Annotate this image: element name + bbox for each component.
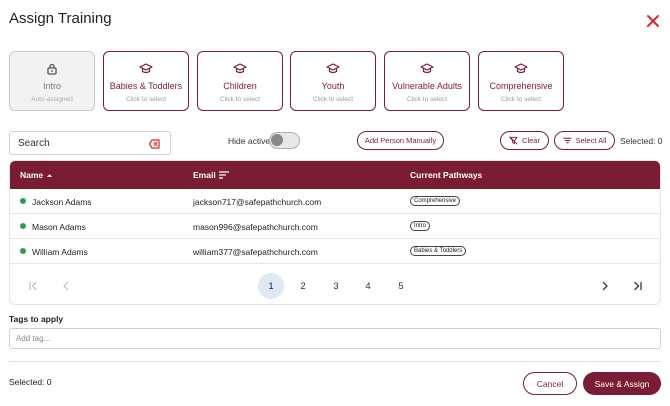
clear-label: Clear [522, 136, 540, 145]
clear-filter-button[interactable]: Clear [500, 131, 549, 150]
pathway-subtitle: Click to select [125, 96, 167, 103]
table-row[interactable]: Jackson Adams jackson717@safepathchurch.… [10, 189, 660, 214]
column-header-email[interactable]: Email [193, 170, 229, 180]
person-email: mason996@safepathchurch.com [193, 222, 318, 232]
select-all-label: Select All [575, 136, 607, 145]
filter-off-icon [509, 136, 518, 145]
person-name: Mason Adams [32, 222, 86, 232]
toggle-knob [271, 134, 283, 146]
tags-label: Tags to apply [9, 314, 64, 324]
add-person-manually-label: Add Person Manually [364, 136, 437, 145]
pathway-subtitle: Auto-assigned [31, 96, 73, 103]
pathway-label: Youth [321, 81, 345, 91]
filter-lines-icon [562, 136, 572, 145]
pathway-label: Babies & Toddlers [109, 81, 183, 91]
page-button-3[interactable]: 3 [323, 273, 349, 299]
pathway-badge: Comprehensive [410, 196, 461, 206]
first-page-icon[interactable] [20, 273, 46, 299]
clear-search-icon[interactable] [149, 139, 160, 149]
pathway-badge: Babies & Toddlers [410, 246, 467, 256]
column-header-label: Email [193, 170, 216, 180]
status-dot [20, 223, 26, 229]
tag-input[interactable]: Add tag... [9, 328, 661, 349]
pathway-card-babies-toddlers[interactable]: Babies & Toddlers Click to select [103, 51, 189, 111]
add-person-manually-button[interactable]: Add Person Manually [357, 131, 444, 150]
next-page-icon[interactable] [592, 273, 618, 299]
person-email: william377@safepathchurch.com [193, 247, 318, 257]
person-name: William Adams [32, 247, 88, 257]
pathway-label: Intro [42, 81, 61, 91]
page-button-5[interactable]: 5 [388, 273, 414, 299]
close-icon[interactable] [644, 12, 662, 30]
column-header-pathways: Current Pathways [410, 170, 482, 180]
last-page-icon[interactable] [625, 273, 651, 299]
pathway-card-youth[interactable]: Youth Click to select [290, 51, 376, 111]
pathway-card-children[interactable]: Children Click to select [197, 51, 283, 111]
column-header-name[interactable]: Name [20, 170, 53, 180]
graduation-cap-icon [420, 62, 434, 76]
pagination: 1 2 3 4 5 [10, 265, 660, 304]
pathway-label: Vulnerable Adults [392, 81, 462, 91]
person-name: Jackson Adams [32, 197, 92, 207]
footer-divider [9, 361, 661, 362]
pathway-subtitle: Click to select [500, 96, 542, 103]
pathway-subtitle: Click to select [219, 96, 261, 103]
pathway-card-intro: Intro Auto-assigned [9, 51, 95, 111]
dialog-title: Assign Training [9, 10, 112, 27]
person-email: jackson717@safepathchurch.com [193, 197, 322, 207]
column-header-label: Current Pathways [410, 170, 483, 180]
footer-selected-count: Selected: 0 [9, 377, 52, 387]
status-dot [20, 248, 26, 254]
graduation-cap-icon [514, 62, 528, 76]
pathway-label: Comprehensive [489, 81, 553, 91]
select-all-button[interactable]: Select All [554, 131, 615, 150]
hide-active-label: Hide active [228, 136, 271, 146]
pathway-card-vulnerable-adults[interactable]: Vulnerable Adults Click to select [384, 51, 470, 111]
people-table: Name Email Current Pathways Jackson Adam… [9, 160, 661, 305]
graduation-cap-icon [233, 62, 247, 76]
pathway-subtitle: Click to select [406, 96, 448, 103]
pathway-card-comprehensive[interactable]: Comprehensive Click to select [478, 51, 564, 111]
table-row[interactable]: Mason Adams mason996@safepathchurch.com … [10, 214, 660, 239]
table-header: Name Email Current Pathways [10, 161, 660, 189]
pathway-subtitle: Click to select [312, 96, 354, 103]
pathway-badge: Intro [410, 221, 431, 231]
sort-ascending-icon [46, 172, 53, 179]
page-button-4[interactable]: 4 [355, 273, 381, 299]
lock-icon [45, 62, 59, 76]
hide-active-toggle[interactable] [269, 132, 300, 149]
save-assign-button[interactable]: Save & Assign [583, 372, 661, 395]
page-button-1[interactable]: 1 [258, 273, 284, 299]
pathway-label: Children [223, 81, 257, 91]
search-input[interactable]: Search [9, 131, 171, 155]
status-dot [20, 198, 26, 204]
cancel-label: Cancel [536, 378, 564, 389]
column-header-label: Name [20, 170, 44, 180]
graduation-cap-icon [326, 62, 340, 76]
sort-lines-icon [218, 171, 229, 179]
selected-count: Selected: 0 [620, 136, 663, 146]
search-input-text: Search [18, 138, 50, 149]
cancel-button[interactable]: Cancel [523, 372, 577, 395]
prev-page-icon[interactable] [53, 273, 79, 299]
page-button-2[interactable]: 2 [290, 273, 316, 299]
table-row[interactable]: William Adams william377@safepathchurch.… [10, 239, 660, 264]
graduation-cap-icon [139, 62, 153, 76]
save-assign-label: Save & Assign [594, 378, 650, 389]
